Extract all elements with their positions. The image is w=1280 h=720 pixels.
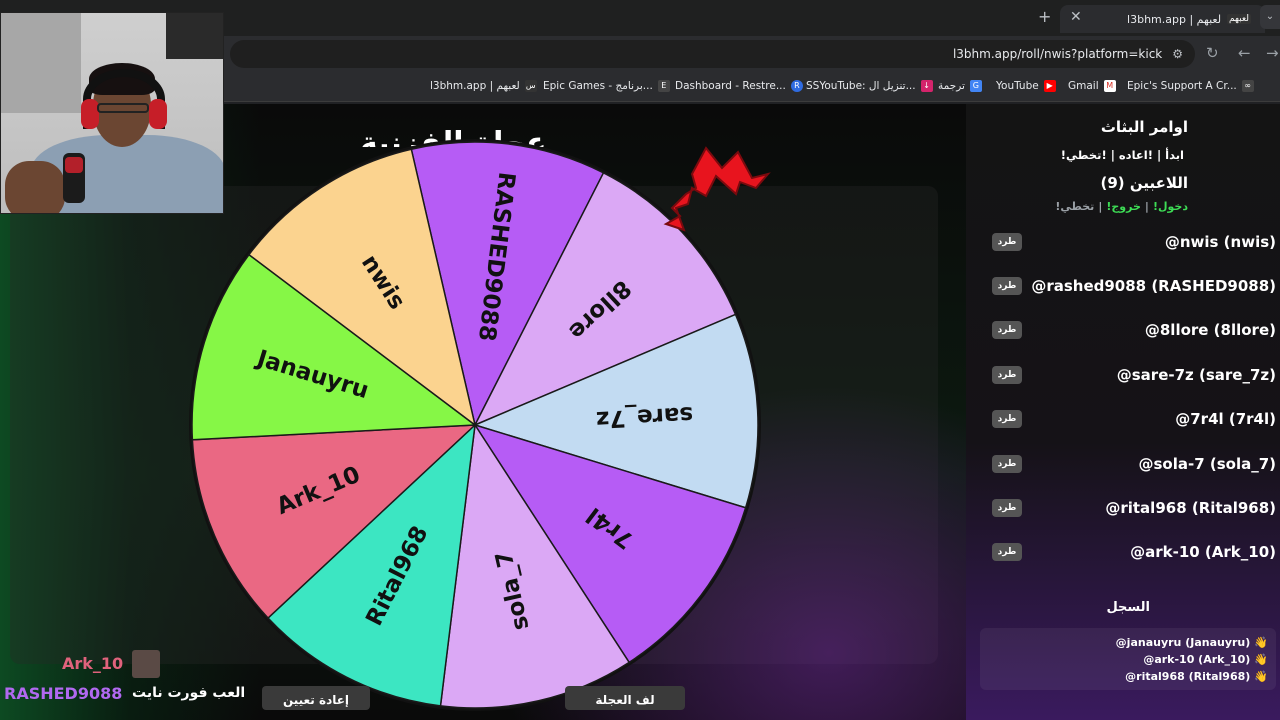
- gmail-icon: M: [1103, 80, 1116, 92]
- bookmark-item[interactable]: SSYouTube: تنزيل ال... ↓: [806, 80, 933, 92]
- skip-command: !تخطي: [1055, 200, 1095, 213]
- bookmark-label: Epic's Support A Cr...: [1127, 80, 1237, 92]
- players-title: اللاعبين (9): [1100, 174, 1188, 192]
- microphone-top: [65, 157, 83, 173]
- kick-button[interactable]: طرد: [992, 321, 1022, 339]
- chat-overlay: Ark_10 RASHED9088 العب فورت نايت: [0, 650, 250, 720]
- avatar: [132, 650, 160, 678]
- bookmark-item[interactable]: Epic Games - برنامج... E: [543, 80, 670, 92]
- headset-earcup: [81, 99, 99, 129]
- log-text: @janauyru (Janauyru): [1115, 636, 1251, 649]
- log-box: @janauyru (Janauyru) 👋 @ark-10 (Ark_10) 👋 …: [980, 628, 1276, 690]
- log-entry: @ark-10 (Ark_10) 👋: [1143, 653, 1268, 666]
- spin-button[interactable]: لف العجلة: [565, 686, 685, 710]
- wall-panel: [1, 13, 81, 113]
- youtube-icon: ▶: [1043, 80, 1056, 92]
- waving-hand-icon: 👋: [1254, 636, 1268, 649]
- restream-icon: R: [790, 80, 803, 92]
- url-text: l3bhm.app/roll/nwis?platform=kick: [952, 47, 1163, 61]
- new-tab-button[interactable]: +: [1038, 7, 1051, 26]
- bookmark-item[interactable]: YouTube ▶: [996, 80, 1056, 92]
- monitor-panel: [166, 13, 223, 59]
- link-icon: ∞: [1241, 80, 1254, 92]
- player-row: طرد @rashed9088 (RASHED9088): [966, 275, 1280, 299]
- forward-icon[interactable]: →: [1266, 44, 1279, 62]
- commands-title: اوامر البثاث: [1100, 118, 1188, 136]
- log-title: السجل: [1106, 600, 1150, 615]
- bookmark-label: Epic Games - برنامج...: [543, 80, 653, 92]
- player-row: طرد @nwis (nwis): [966, 231, 1280, 255]
- player-row: طرد @sola-7 (sola_7): [966, 453, 1280, 477]
- player-name: @sare-7z (sare_7z): [1116, 366, 1276, 384]
- bookmark-item[interactable]: ترجمة G: [938, 80, 982, 92]
- join-commands: !تخطي | !خروج | !دخول: [1055, 200, 1188, 213]
- chat-message: العب فورت نايت: [132, 685, 246, 701]
- bookmark-item[interactable]: Epic's Support A Cr... ∞: [1127, 80, 1254, 92]
- kick-button[interactable]: طرد: [992, 499, 1022, 517]
- player-name: @rashed9088 (RASHED9088): [1031, 277, 1276, 295]
- log-text: @rital968 (Rital968): [1125, 670, 1251, 683]
- reset-button[interactable]: إعادة تعيين: [262, 686, 370, 710]
- site-logo-icon: لعبهم: [1227, 14, 1251, 24]
- tab-active[interactable]: ✕ l3bhm.app | لعبهم لعبهم: [1060, 5, 1265, 33]
- player-row: طرد @rital968 (Rital968): [966, 497, 1280, 521]
- commands-sidebar: اوامر البثاث !ابدأ | !اعاده | !تخطي اللا…: [966, 104, 1280, 720]
- separator: |: [1098, 200, 1103, 213]
- separator: |: [1144, 200, 1149, 213]
- leave-command: !خروج: [1106, 200, 1141, 213]
- player-name: @7r4l (7r4l): [1175, 410, 1276, 428]
- site-settings-icon[interactable]: ⚙: [1172, 47, 1183, 61]
- tab-title: l3bhm.app | لعبهم: [1127, 12, 1222, 26]
- player-name: @nwis (nwis): [1164, 233, 1276, 251]
- player-name: @ark-10 (Ark_10): [1130, 543, 1276, 561]
- kick-button[interactable]: طرد: [992, 543, 1022, 561]
- bookmark-label: l3bhm.app | لعبهم: [430, 80, 520, 92]
- wheel-pointer-icon: [663, 146, 771, 232]
- webcam-overlay: [0, 12, 224, 214]
- bookmark-label: YouTube: [996, 80, 1039, 92]
- bookmark-label: Gmail: [1068, 80, 1099, 92]
- bookmark-item[interactable]: Dashboard - Restre... R: [675, 80, 803, 92]
- chat-username: Ark_10: [62, 654, 124, 673]
- log-text: @ark-10 (Ark_10): [1143, 653, 1251, 666]
- reload-icon[interactable]: ↻: [1206, 44, 1219, 62]
- chat-username: RASHED9088: [4, 684, 123, 703]
- waving-hand-icon: 👋: [1254, 670, 1268, 683]
- address-bar[interactable]: l3bhm.app/roll/nwis?platform=kick ⚙: [230, 40, 1195, 68]
- player-row: طرد @sare-7z (sare_7z): [966, 364, 1280, 388]
- site-logo-icon: س: [524, 80, 537, 92]
- bookmark-label: Dashboard - Restre...: [675, 80, 786, 92]
- headset-earcup: [149, 99, 167, 129]
- kick-button[interactable]: طرد: [992, 277, 1022, 295]
- player-row: طرد @8llore (8llore): [966, 319, 1280, 343]
- kick-button[interactable]: طرد: [992, 366, 1022, 384]
- kick-button[interactable]: طرد: [992, 233, 1022, 251]
- player-name: @rital968 (Rital968): [1105, 499, 1276, 517]
- kick-button[interactable]: طرد: [992, 455, 1022, 473]
- epic-games-icon: E: [657, 80, 670, 92]
- bookmark-item[interactable]: l3bhm.app | لعبهم س: [430, 80, 537, 92]
- log-entry: @janauyru (Janauyru) 👋: [1116, 636, 1268, 649]
- bookmark-label: SSYouTube: تنزيل ال...: [806, 80, 916, 92]
- streamer-hand: [5, 161, 65, 213]
- commands-list: !ابدأ | !اعاده | !تخطي: [1060, 148, 1184, 162]
- join-command: !دخول: [1152, 200, 1188, 213]
- bookmark-label: ترجمة: [938, 80, 965, 92]
- tab-search-chevron-icon[interactable]: ⌄: [1260, 5, 1280, 29]
- glasses: [97, 103, 149, 113]
- log-entry: @rital968 (Rital968) 👋: [1125, 670, 1268, 683]
- player-row: طرد @ark-10 (Ark_10): [966, 541, 1280, 565]
- player-name: @8llore (8llore): [1144, 321, 1276, 339]
- back-icon[interactable]: ←: [1238, 44, 1251, 62]
- wheel-segment-label: sare_7z: [595, 401, 693, 432]
- player-name: @sola-7 (sola_7): [1138, 455, 1276, 473]
- bookmark-item[interactable]: Gmail M: [1068, 80, 1116, 92]
- player-row: طرد @7r4l (7r4l): [966, 408, 1280, 432]
- kick-button[interactable]: طرد: [992, 410, 1022, 428]
- ssyoutube-icon: ↓: [920, 80, 933, 92]
- translate-icon: G: [969, 80, 982, 92]
- close-icon[interactable]: ✕: [1070, 9, 1082, 25]
- waving-hand-icon: 👋: [1254, 653, 1268, 666]
